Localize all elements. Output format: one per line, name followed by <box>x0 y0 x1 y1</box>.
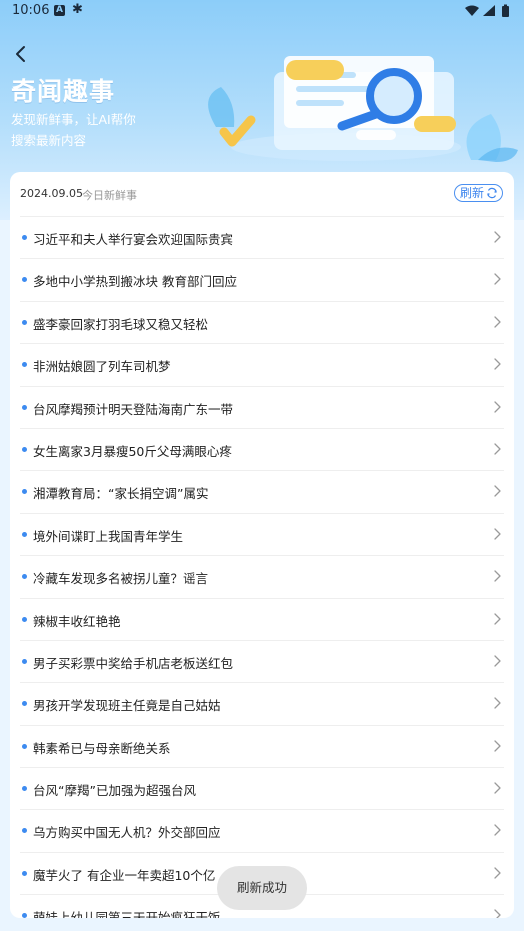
news-title: 辣椒丰收红艳艳 <box>33 613 121 629</box>
news-item[interactable]: 盛李豪回家打羽毛球又稳又轻松 <box>20 300 504 343</box>
bullet-dot-icon <box>22 616 27 622</box>
news-item[interactable]: 境外间谍盯上我国青年学生 <box>20 512 504 555</box>
news-title: 湘潭教育局：“家长捐空调”属实 <box>33 486 209 502</box>
search-illustration <box>208 56 518 162</box>
news-title: 男孩开学发现班主任竟是自己姑姑 <box>33 698 221 714</box>
battery-icon <box>502 4 509 17</box>
chevron-right-icon <box>494 655 501 667</box>
news-card: 2024.09.05 今日新鲜事 刷新 习近平和夫人举行宴会欢迎国际贵宾 多地中小… <box>10 172 514 918</box>
chevron-right-icon <box>494 697 501 709</box>
bullet-dot-icon <box>22 319 27 325</box>
news-title: 冷藏车发现多名被拐儿童？谣言 <box>33 571 209 587</box>
chevron-right-icon <box>494 782 501 794</box>
news-title: 萌娃上幼儿园第三天开始疯狂干饭 <box>33 910 221 918</box>
chevron-right-icon <box>494 443 501 455</box>
news-item[interactable]: 台风“摩羯”已加强为超强台风 <box>20 767 504 809</box>
chevron-right-icon <box>494 358 501 370</box>
news-title: 习近平和夫人举行宴会欢迎国际贵宾 <box>33 232 234 247</box>
news-item[interactable]: 冷藏车发现多名被拐儿童？谣言 <box>20 555 504 597</box>
wifi-icon <box>465 5 479 16</box>
news-title: 韩素希已与母亲断绝关系 <box>33 740 171 756</box>
bullet-dot-icon <box>22 828 27 834</box>
chevron-right-icon <box>494 273 501 286</box>
news-title: 境外间谍盯上我国青年学生 <box>33 528 184 544</box>
news-title: 男子买彩票中奖给手机店老板送红包 <box>33 655 234 671</box>
news-title: 魔芋火了 有企业一年卖超10个亿 <box>33 867 216 883</box>
refresh-label: 刷新 <box>459 186 484 200</box>
chevron-right-icon <box>494 824 501 837</box>
news-title: 台风摩羯预计明天登陆海南广东一带 <box>33 401 234 417</box>
chevron-right-icon <box>494 740 501 752</box>
notification-a-icon: A <box>54 5 65 16</box>
bullet-dot-icon <box>22 574 27 580</box>
bullet-dot-icon <box>22 404 27 410</box>
refresh-icon <box>487 187 497 199</box>
chevron-right-icon <box>494 528 501 540</box>
status-right-icons <box>464 4 514 22</box>
news-item[interactable]: 台风摩羯预计明天登陆海南广东一带 <box>20 385 504 428</box>
news-title: 台风“摩羯”已加强为超强台风 <box>33 783 196 799</box>
bullet-dot-icon <box>22 277 27 283</box>
bullet-dot-icon <box>22 446 27 452</box>
notification-bug-icon: ✱ <box>72 2 83 17</box>
news-title: 盛李豪回家打羽毛球又稳又轻松 <box>33 316 209 332</box>
chevron-right-icon <box>494 485 501 497</box>
news-item[interactable]: 男子买彩票中奖给手机店老板送红包 <box>20 639 504 682</box>
news-list: 习近平和夫人举行宴会欢迎国际贵宾 多地中小学热到搬冰块 教育部门回应 盛李豪回家打羽… <box>20 216 504 918</box>
toast-message: 刷新成功 <box>217 866 307 910</box>
chevron-right-icon <box>494 400 501 413</box>
news-item[interactable]: 习近平和夫人举行宴会欢迎国际贵宾 <box>20 216 504 258</box>
news-title: 非洲姑娘圆了列车司机梦 <box>33 359 171 375</box>
chevron-right-icon <box>494 909 501 918</box>
bullet-dot-icon <box>22 362 27 368</box>
news-date: 2024.09.05 <box>20 187 83 200</box>
chevron-right-icon <box>494 570 501 582</box>
back-arrow-icon[interactable] <box>12 44 32 64</box>
refresh-button[interactable]: 刷新 <box>453 184 503 202</box>
chevron-right-icon <box>494 231 501 243</box>
news-title: 多地中小学热到搬冰块 教育部门回应 <box>33 274 237 290</box>
bullet-dot-icon <box>22 743 27 749</box>
chevron-right-icon <box>494 316 501 328</box>
bullet-dot-icon <box>22 701 27 707</box>
page-subtitle: 发现新鲜事，让AI帮你搜索最新内容 <box>11 112 136 148</box>
daily-label: 今日新鲜事 <box>82 189 137 202</box>
news-title: 乌方购买中国无人机？外交部回应 <box>33 825 221 841</box>
bullet-dot-icon <box>22 786 27 792</box>
page-title: 奇闻趣事 <box>11 77 116 106</box>
news-item[interactable]: 乌方购买中国无人机？外交部回应 <box>20 809 504 851</box>
news-item[interactable]: 湘潭教育局：“家长捐空调”属实 <box>20 470 504 512</box>
news-item[interactable]: 韩素希已与母亲断绝关系 <box>20 724 504 767</box>
bullet-dot-icon <box>22 658 27 664</box>
news-item[interactable]: 女生离家3月暴瘦50斤父母满眼心疼 <box>20 427 504 470</box>
chevron-right-icon <box>494 867 501 879</box>
news-item[interactable]: 非洲姑娘圆了列车司机梦 <box>20 343 504 385</box>
bullet-dot-icon <box>22 489 27 495</box>
bullet-dot-icon <box>22 870 27 876</box>
bullet-dot-icon <box>22 913 27 918</box>
news-item[interactable]: 男孩开学发现班主任竟是自己姑姑 <box>20 682 504 724</box>
signal-icon <box>483 5 495 16</box>
news-item[interactable]: 辣椒丰收红艳艳 <box>20 597 504 640</box>
news-title: 女生离家3月暴瘦50斤父母满眼心疼 <box>33 443 232 459</box>
bullet-dot-icon <box>22 531 27 537</box>
status-time: 10:06 <box>12 3 50 18</box>
status-bar: 10:06 A ✱ <box>0 0 524 22</box>
card-header: 2024.09.05 今日新鲜事 刷新 <box>10 172 514 216</box>
news-item[interactable]: 多地中小学热到搬冰块 教育部门回应 <box>20 258 504 300</box>
chevron-right-icon <box>494 612 501 625</box>
bullet-dot-icon <box>22 235 27 240</box>
